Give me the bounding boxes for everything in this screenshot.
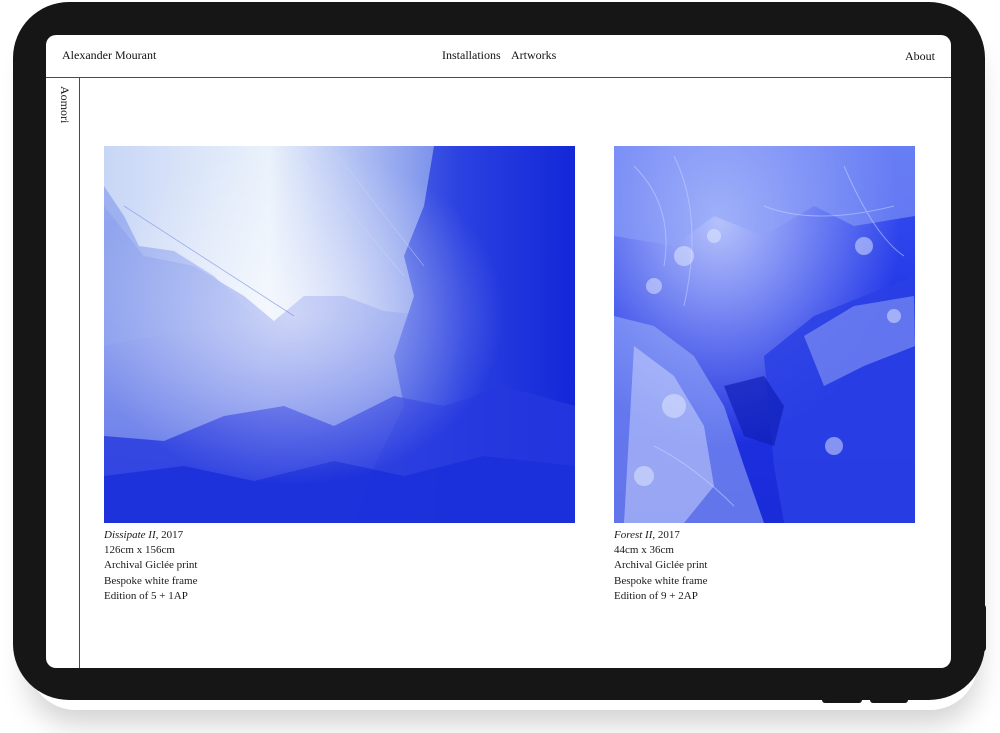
tablet-volume-button <box>870 695 908 703</box>
artwork-dimensions: 126cm x 156cm <box>104 544 175 557</box>
artwork-caption: Forest II, 2017 44cm x 36cm Archival Gic… <box>614 528 707 604</box>
tablet-screen: Alexander Mourant Installations Artworks… <box>46 35 951 668</box>
artwork-image-forest[interactable] <box>614 146 915 523</box>
artwork-dimensions: 44cm x 36cm <box>614 544 674 557</box>
artwork-title: Dissipate II <box>104 529 156 541</box>
tablet-side-button <box>978 604 986 652</box>
artwork-medium: Archival Giclée print <box>614 559 708 572</box>
artwork-frame: Bespoke white frame <box>614 574 708 587</box>
series-label[interactable]: Aomori <box>57 86 72 123</box>
artwork-edition: Edition of 9 + 2AP <box>614 589 698 602</box>
artwork-frame: Bespoke white frame <box>104 574 198 587</box>
artwork-image-dissipate[interactable] <box>104 146 575 523</box>
nav-item-artworks[interactable]: Artworks <box>511 48 556 62</box>
tablet-volume-button <box>822 695 862 703</box>
artwork-title: Forest II <box>614 529 653 541</box>
artwork-year: , 2017 <box>652 529 680 541</box>
artwork-year: , 2017 <box>155 529 184 541</box>
nav-item-about[interactable]: About <box>905 49 935 64</box>
artwork-medium: Archival Giclée print <box>104 559 198 572</box>
nav-item-installations[interactable]: Installations <box>442 48 501 62</box>
site-name-link[interactable]: Alexander Mourant <box>62 48 156 63</box>
side-rail: Aomori <box>46 78 80 668</box>
artwork-caption: Dissipate II, 2017 126cm x 156cm Archiva… <box>104 528 197 604</box>
artwork-title-line: Dissipate II, 2017 <box>104 528 197 543</box>
artwork-edition: Edition of 5 + 1AP <box>104 589 188 602</box>
top-navigation-bar: Alexander Mourant Installations Artworks… <box>46 35 951 78</box>
artwork-title-line: Forest II, 2017 <box>614 528 707 543</box>
main-nav: Installations Artworks <box>442 48 564 63</box>
